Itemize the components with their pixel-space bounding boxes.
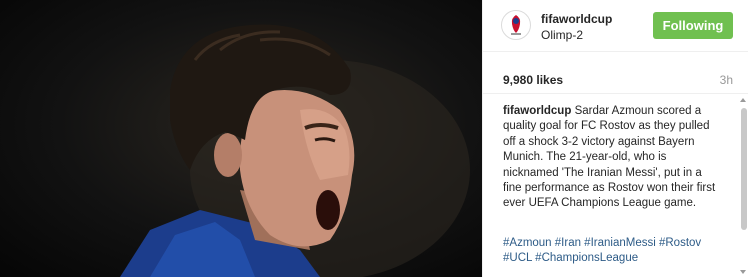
post-location[interactable]: Olimp-2 <box>541 28 583 42</box>
likes-row: 9,980 likes 3h <box>483 52 748 94</box>
player-celebrating-image <box>120 24 470 277</box>
caption-author[interactable]: fifaworldcup <box>503 105 571 117</box>
scrollbar-thumb[interactable] <box>741 108 747 230</box>
post-caption: fifaworldcup Sardar Azmoun scored a qual… <box>503 104 718 212</box>
post-photo[interactable] <box>0 0 482 277</box>
caption-text: Sardar Azmoun scored a quality goal for … <box>503 105 716 210</box>
scroll-down-arrow-icon[interactable] <box>740 270 746 274</box>
post-sidebar: fifaworldcup Olimp-2 Following 9,980 lik… <box>482 0 748 277</box>
following-button[interactable]: Following <box>653 12 733 39</box>
post-header: fifaworldcup Olimp-2 Following <box>483 0 748 52</box>
post-time[interactable]: 3h <box>720 73 733 87</box>
post-hashtags[interactable]: #Azmoun #Iran #IranianMessi #Rostov #UCL… <box>503 236 718 267</box>
fifa-world-cup-logo-icon[interactable] <box>501 10 531 40</box>
post-username[interactable]: fifaworldcup <box>541 12 612 26</box>
likes-count[interactable]: 9,980 likes <box>503 73 563 87</box>
scroll-up-arrow-icon[interactable] <box>740 98 746 102</box>
instagram-post: fifaworldcup Olimp-2 Following 9,980 lik… <box>0 0 748 277</box>
